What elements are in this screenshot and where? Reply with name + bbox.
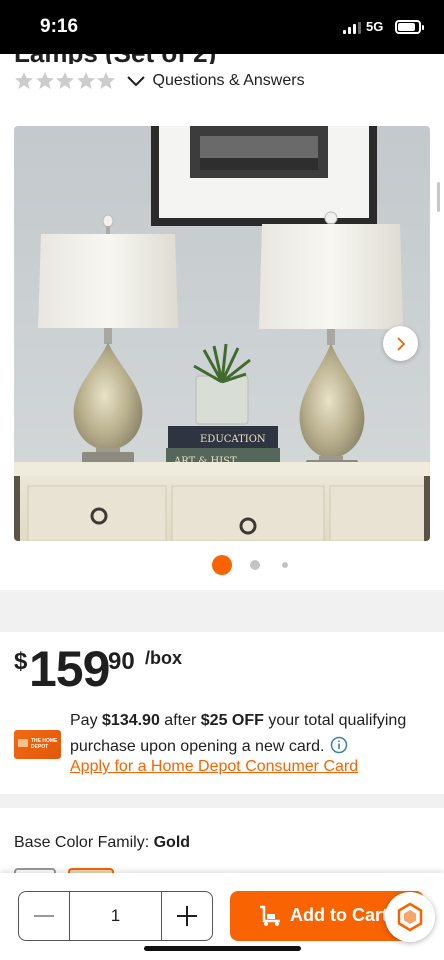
rating-row[interactable]: Questions & Answers [14,68,305,94]
home-indicator [144,946,301,951]
scrollbar[interactable] [437,182,440,212]
credit-card-image: THE HOME DEPOT [14,730,61,759]
carousel-dot-1[interactable] [212,555,232,575]
apply-card-link[interactable]: Apply for a Home Depot Consumer Card [70,758,358,776]
carousel-dot-2[interactable] [250,560,260,570]
battery-icon [395,20,424,34]
offer-pay-prefix: Pay [70,712,103,729]
status-time: 9:16 [40,16,79,37]
network-label: 5G [366,19,384,34]
star-icon [35,72,54,89]
chat-icon [397,902,423,932]
star-icon [56,72,74,89]
info-icon[interactable] [330,736,348,754]
decrease-quantity-button[interactable] [19,892,69,940]
price-whole: 159 [29,641,110,697]
card-logo: THE HOME DEPOT [31,738,58,750]
star-icon [15,72,33,89]
cart-icon [260,905,280,926]
questions-answers-link[interactable]: Questions & Answers [153,72,305,90]
product-title-clip: Lamps (Set of 2) [0,54,444,64]
card-offer-text: Pay $134.90 after $25 OFF your total qua… [70,708,422,760]
price-unit: /box [145,648,183,668]
star-icon [76,72,95,89]
color-family-label: Base Color Family: [14,834,150,851]
add-to-cart-label: Add to Cart [290,905,388,925]
offer-discounted-price: $134.90 [102,712,160,729]
price-cents: 90 [108,648,135,675]
status-bar: 9:16 5G [0,0,444,54]
minus-icon [34,915,54,917]
increase-quantity-button[interactable] [162,892,212,940]
section-divider [0,590,444,632]
star-rating [14,71,117,91]
product-title: Lamps (Set of 2) [14,54,216,64]
plus-icon [177,906,197,926]
section-divider [0,794,444,808]
color-family-value: Gold [153,834,191,851]
quantity-input[interactable]: 1 [69,892,162,940]
next-image-button[interactable] [383,326,418,361]
product-image[interactable]: EDUCATION ART & HIST [14,126,430,541]
star-icon [97,72,115,89]
price-currency: $ [14,648,28,675]
offer-discount: $25 OFF [200,712,264,729]
image-carousel-dots[interactable] [0,553,444,577]
chat-button[interactable] [385,892,435,942]
carousel-dot-3[interactable] [282,562,288,568]
lamps-photo: EDUCATION ART & HIST [14,126,430,541]
offer-after-text: after [159,712,201,729]
chevron-down-icon[interactable] [125,70,147,92]
signal-icon [343,22,362,34]
color-family: Base Color Family: Gold [14,834,190,852]
book-spine-top: EDUCATION [200,434,266,445]
chevron-right-icon [396,336,405,351]
quantity-stepper: 1 [18,891,213,941]
